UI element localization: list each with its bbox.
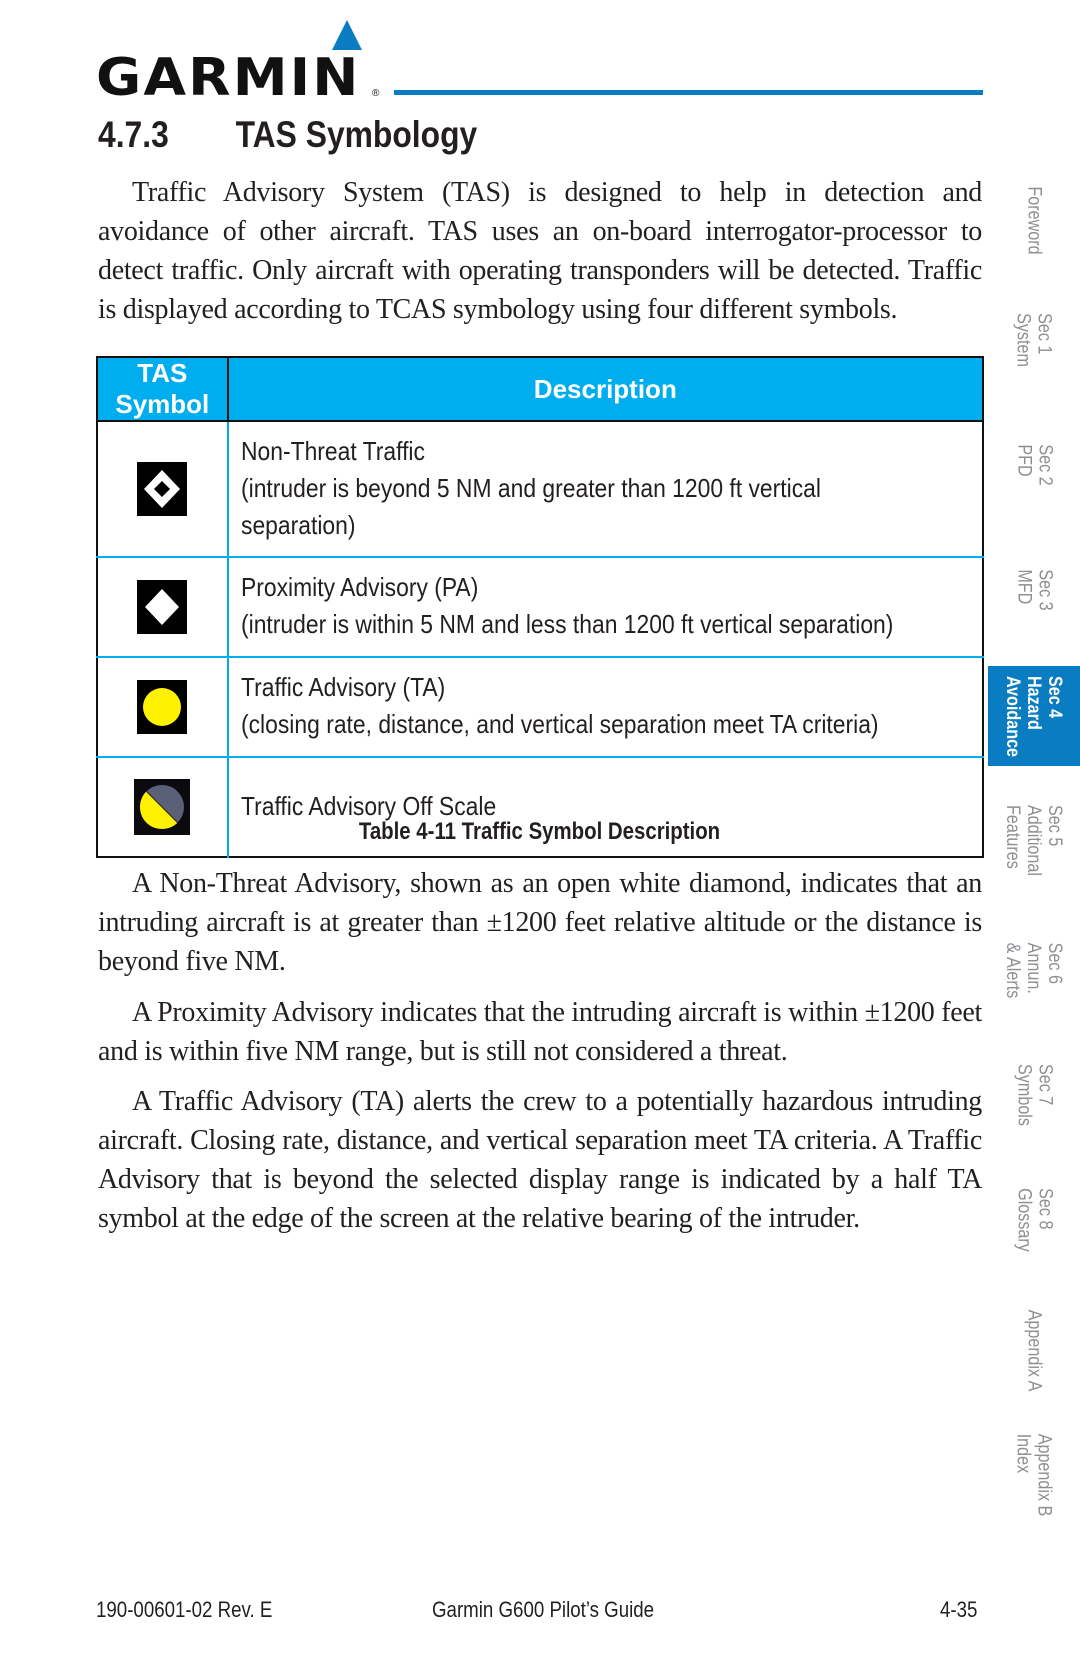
registered-mark: ® [372, 88, 380, 99]
row-detail: (intruder is beyond 5 NM and greater tha… [240, 472, 821, 540]
column-header-symbol: TAS Symbol [97, 357, 229, 422]
garmin-logo: GARMIN ® [96, 18, 386, 108]
brand-name: GARMIN [96, 48, 361, 108]
traffic-advisory-yellow-circle-icon [137, 680, 188, 734]
table-caption: Table 4-11 Traffic Symbol Description [359, 818, 721, 845]
side-tab-sec1-system[interactable]: Sec 1 System [988, 290, 1080, 390]
side-tab-appendix-b-index[interactable]: Appendix B Index [988, 1425, 1080, 1525]
row-detail: (closing rate, distance, and vertical se… [240, 709, 879, 739]
proximity-advisory-filled-diamond-icon [137, 580, 188, 634]
section-title: 4.7.3 TAS Symbology [98, 114, 477, 156]
section-number: 4.7.3 [98, 114, 169, 155]
footer-page-number: 4-35 [940, 1597, 978, 1622]
section-title-text: TAS Symbology [235, 114, 478, 155]
side-tab-foreword[interactable]: Foreword [988, 170, 1080, 270]
column-header-description: Description [227, 357, 983, 422]
side-tab-sec2-pfd[interactable]: Sec 2 PFD [988, 415, 1080, 515]
table-row: Traffic Advisory (TA) (closing rate, dis… [97, 656, 983, 757]
side-tab-sec6-annunciations-alerts[interactable]: Sec 6 Annun. & Alerts [988, 920, 1080, 1020]
footer-guide-title: Garmin G600 Pilot’s Guide [432, 1597, 655, 1622]
proximity-advisory-paragraph: A Proximity Advisory indicates that the … [98, 997, 982, 1067]
side-tab-sec7-symbols[interactable]: Sec 7 Symbols [988, 1045, 1080, 1145]
garmin-triangle-icon [332, 20, 362, 50]
side-tab-sec4-hazard-avoidance[interactable]: Sec 4 Hazard Avoidance [988, 666, 1080, 766]
table-header-row: TAS Symbol Description [97, 357, 983, 422]
row-title: Non-Threat Traffic [240, 435, 425, 466]
non-threat-traffic-open-diamond-icon [137, 462, 188, 516]
table-row: Proximity Advisory (PA) (intruder is wit… [97, 556, 983, 657]
table-row: Non-Threat Traffic (intruder is beyond 5… [97, 420, 983, 557]
row-detail: (intruder is within 5 NM and less than 1… [240, 609, 894, 639]
non-threat-paragraph: A Non-Threat Advisory, shown as an open … [98, 868, 982, 977]
row-title: Proximity Advisory (PA) [240, 572, 478, 602]
side-tab-appendix-a[interactable]: Appendix A [988, 1300, 1080, 1400]
side-tab-sec8-glossary[interactable]: Sec 8 Glossary [988, 1170, 1080, 1270]
header-rule [394, 90, 983, 95]
side-tab-sec5-additional-features[interactable]: Sec 5 Additional Features [988, 790, 1080, 890]
row-title: Traffic Advisory (TA) [240, 672, 445, 702]
traffic-symbol-table: TAS Symbol Description Non-Threat Traffi… [96, 356, 984, 858]
side-tab-sec3-mfd[interactable]: Sec 3 MFD [988, 540, 1080, 640]
traffic-advisory-paragraph: A Traffic Advisory (TA) alerts the crew … [98, 1086, 982, 1234]
footer-doc-number: 190-00601-02 Rev. E [96, 1597, 273, 1622]
intro-paragraph: Traffic Advisory System (TAS) is designe… [98, 177, 982, 325]
